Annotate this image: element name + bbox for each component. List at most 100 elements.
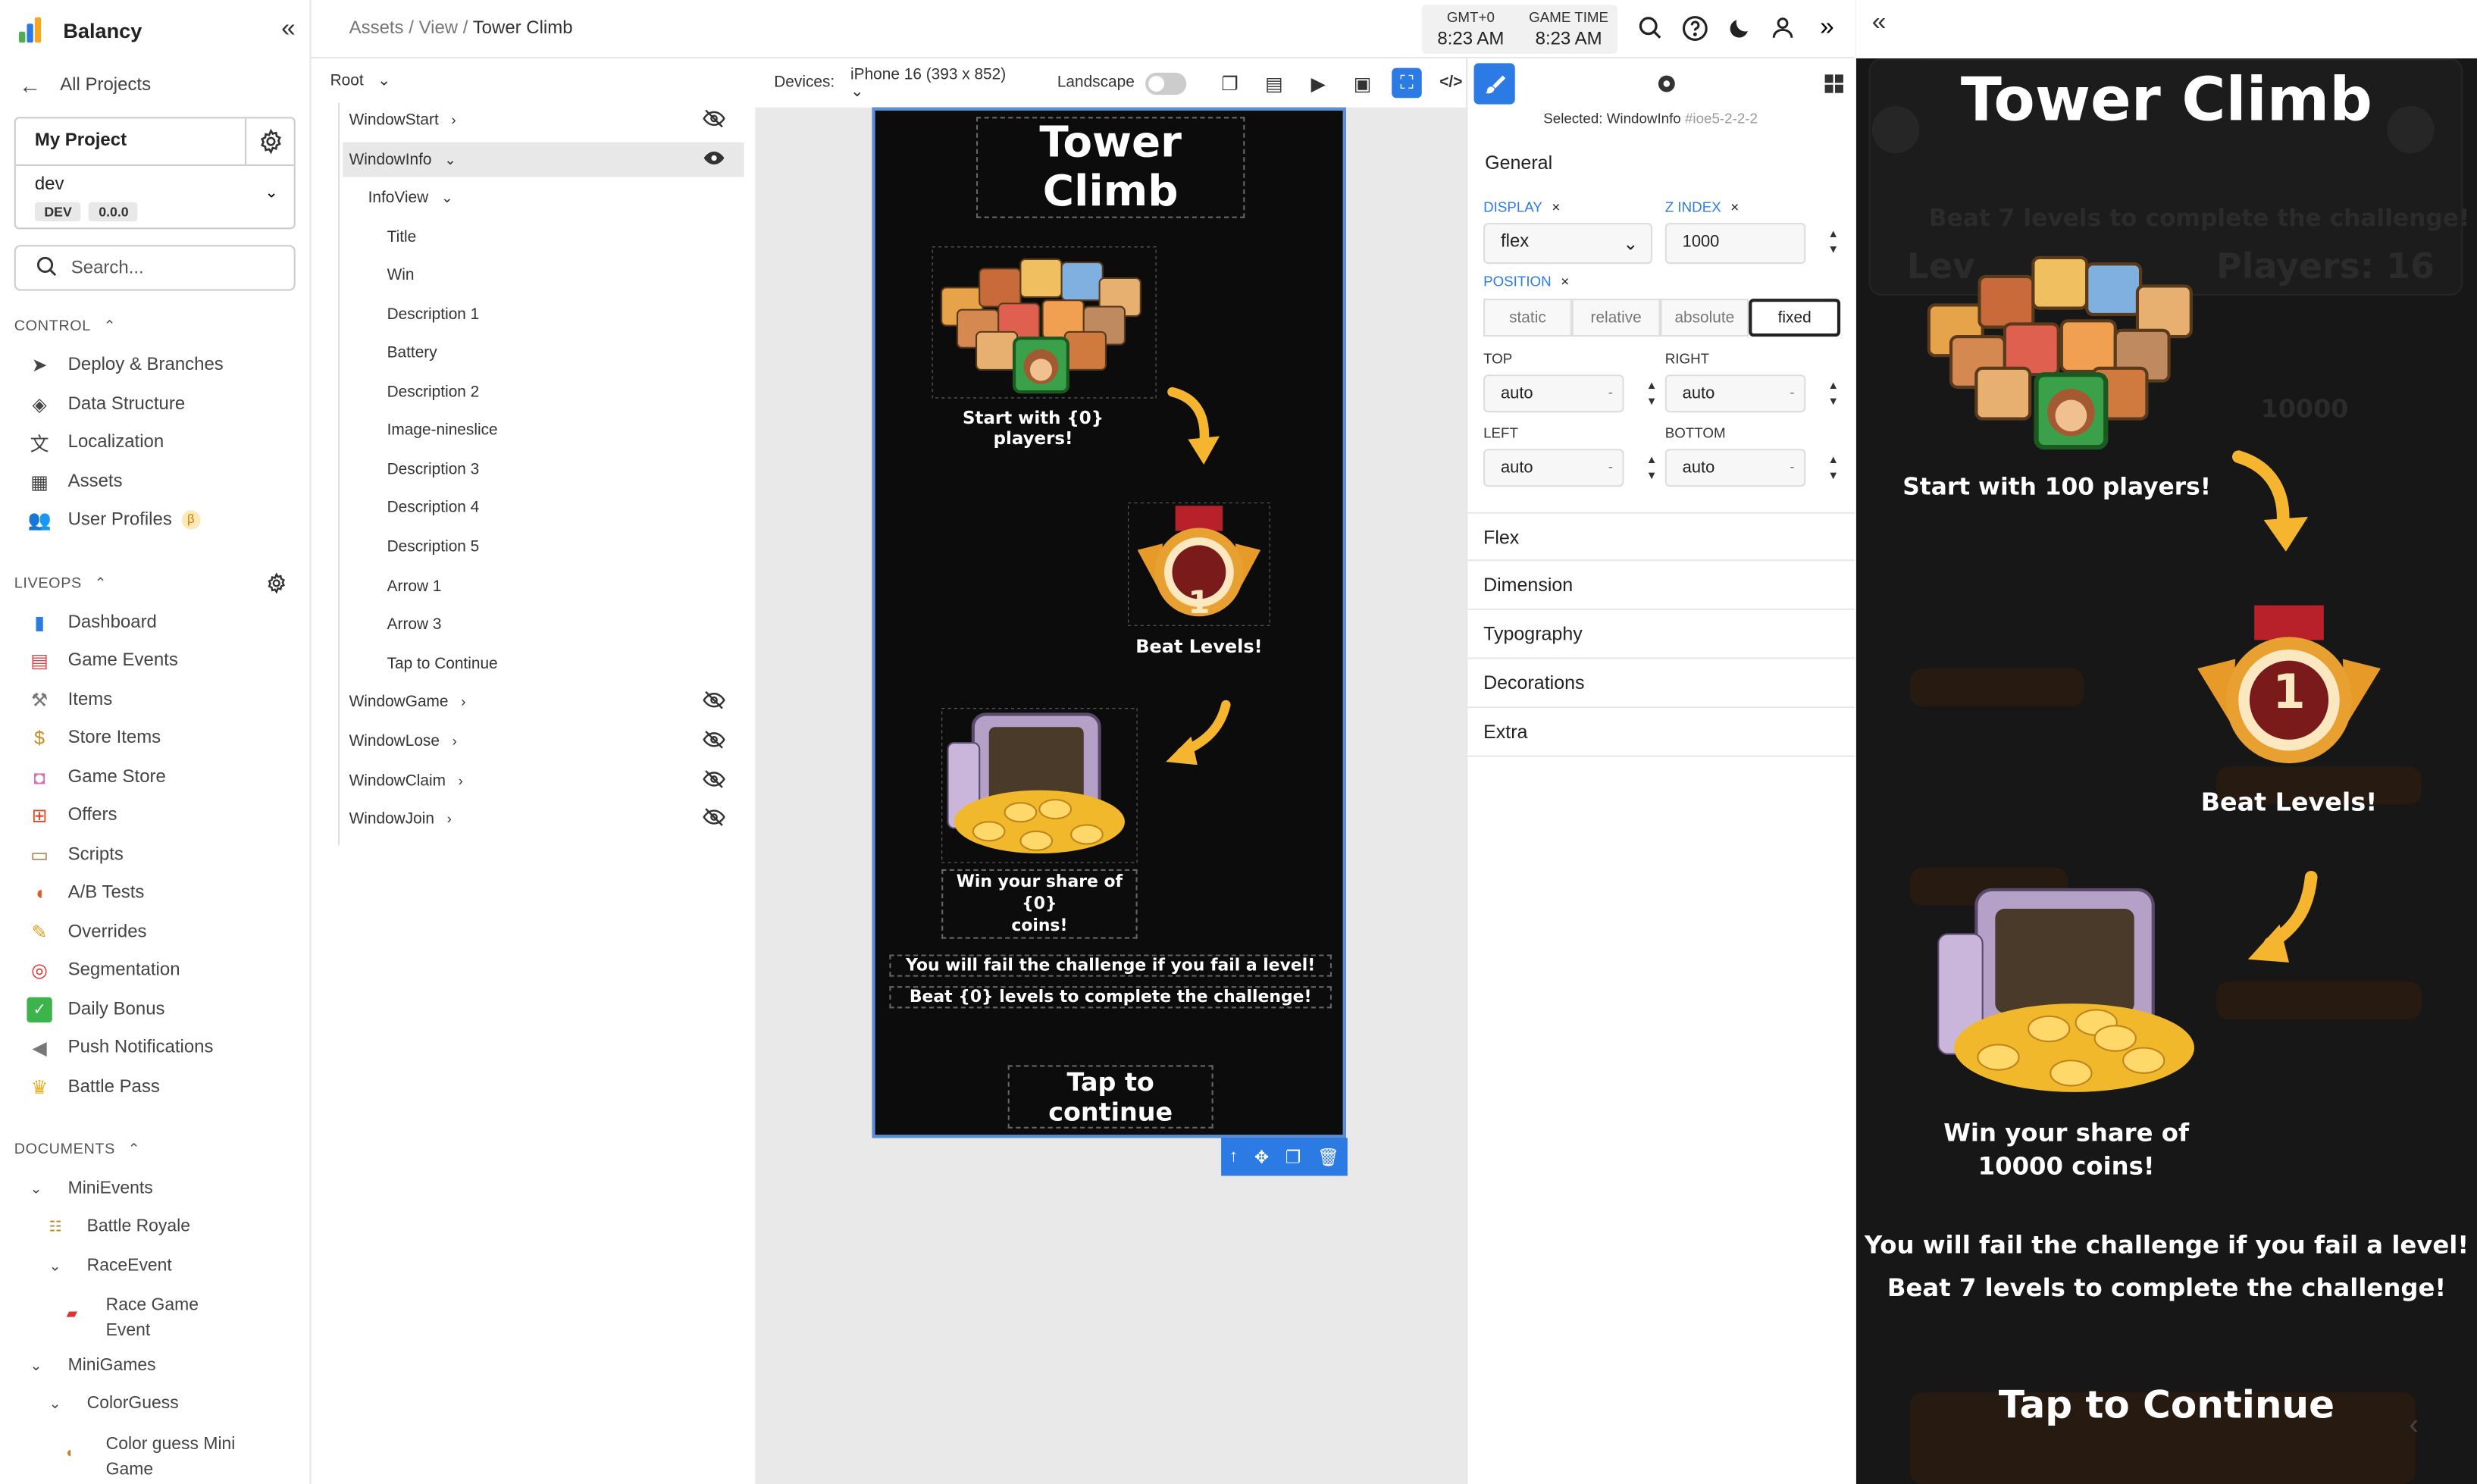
project-selector[interactable]: My Project dev DEV 0.0.0 ⌄ [14,117,296,230]
position-clear-icon[interactable]: × [1561,274,1569,290]
right-input[interactable]: auto - ▲ ▼ [1664,374,1839,413]
layout-grid-icon[interactable] [1814,62,1855,103]
play-icon[interactable]: ▶ [1303,68,1333,99]
help-icon[interactable] [1680,13,1710,43]
nav-segmentation[interactable]: ◎ Segmentation [27,956,180,985]
root-selector[interactable]: Root ⌄ [330,73,391,90]
landscape-toggle[interactable] [1145,71,1187,95]
collapse-preview-icon[interactable]: « [1872,10,1887,39]
documents-section-header[interactable]: DOCUMENTS ⌃ [14,1141,140,1159]
hier-child[interactable]: Title [387,220,417,255]
collapse-sidebar-icon[interactable]: « [281,16,296,45]
style-brush-icon[interactable] [1473,62,1515,104]
project-settings-gear-icon[interactable] [246,118,294,164]
decorations-section[interactable]: Decorations [1466,659,1855,709]
hier-child[interactable]: Description 5 [387,530,480,565]
stepper-icon[interactable]: ▲ ▼ [1646,453,1657,485]
hier-window-join[interactable]: WindowJoin › [343,801,744,836]
tree-race-game-event[interactable]: ▰ Race Game Event [67,1293,199,1344]
settings-gear-icon[interactable] [1646,62,1687,103]
general-section-header[interactable]: General [1467,139,1856,188]
avatars-group-icon[interactable] [932,246,1157,399]
bottom-input[interactable]: auto - ▲ ▼ [1664,449,1839,487]
nav-push-notifications[interactable]: ◀ Push Notifications [27,1034,213,1063]
dimension-section[interactable]: Dimension [1466,561,1855,610]
hier-window-lose[interactable]: WindowLose › [343,724,744,759]
nav-game-events[interactable]: ▤ Game Events [27,647,178,675]
tree-mini-games[interactable]: ⌄ MiniGames [30,1356,156,1375]
hier-window-info[interactable]: WindowInfo ⌄ [343,142,744,177]
save-icon[interactable]: ▣ [1348,68,1378,99]
hier-window-claim[interactable]: WindowClaim › [343,763,744,798]
hier-child[interactable]: Description 3 [387,452,480,487]
position-static[interactable]: static [1483,299,1572,337]
select-frame-icon[interactable]: ⛶ [1392,67,1422,99]
position-relative[interactable]: relative [1571,299,1661,337]
eye-hidden-icon[interactable] [703,806,725,830]
top-input[interactable]: auto - ▲ ▼ [1483,374,1657,413]
hier-child[interactable]: Image-nineslice [387,412,498,447]
hier-child[interactable]: Battery [387,335,437,370]
device-selector[interactable]: iPhone 16 (393 x 852) ⌄ [850,66,1022,101]
dark-mode-moon-icon[interactable] [1724,13,1754,43]
duplicate-icon[interactable]: ❐ [1285,1147,1301,1167]
chevron-down-icon[interactable]: ⌄ [265,185,277,202]
hier-child[interactable]: Description 2 [387,374,480,409]
zindex-clear-icon[interactable]: × [1730,199,1739,215]
all-projects-link[interactable]: ← All Projects [19,73,151,98]
paste-icon[interactable]: ▤ [1259,68,1289,99]
nav-data-structure[interactable]: ◈ Data Structure [27,390,185,419]
hier-child[interactable]: Arrow 1 [387,569,442,604]
hier-child[interactable]: Description 4 [387,490,480,524]
nav-deploy-branches[interactable]: ➤ Deploy & Branches [27,351,224,380]
search-icon[interactable] [1635,13,1665,43]
display-clear-icon[interactable]: × [1552,199,1560,215]
position-absolute[interactable]: absolute [1660,299,1749,337]
nav-offers[interactable]: ⊞ Offers [27,801,117,830]
hier-child[interactable]: Tap to Continue [387,647,498,681]
phone-start-text[interactable]: Start with {0} players! [922,408,1144,449]
hier-window-start[interactable]: WindowStart › [343,103,744,138]
move-up-icon[interactable]: ↑ [1229,1147,1238,1166]
nav-assets[interactable]: ▦ Assets [27,468,122,496]
move-icon[interactable]: ✥ [1254,1147,1269,1167]
extra-section[interactable]: Extra [1466,708,1855,757]
user-account-icon[interactable] [1768,13,1798,43]
nav-game-store[interactable]: ◘ Game Store [27,763,166,792]
phone-frame[interactable]: Tower Climb Start with {0} players! 1 Be… [872,107,1346,1138]
zindex-input[interactable]: 1000 ▲ ▼ [1664,223,1839,265]
project-name[interactable]: My Project [16,118,247,164]
nav-items[interactable]: ⚒ Items [27,686,112,715]
delete-icon[interactable]: 🗑 [1317,1147,1339,1167]
stepper-icon[interactable]: ▲ ▼ [1646,379,1657,411]
stepper-icon[interactable]: ▲ ▼ [1828,379,1839,411]
eye-hidden-icon[interactable] [703,769,725,792]
eye-hidden-icon[interactable] [703,690,725,713]
phone-title[interactable]: Tower Climb [976,117,1245,218]
nav-store-items[interactable]: $ Store Items [27,724,161,753]
position-fixed[interactable]: fixed [1749,299,1841,337]
tree-race-event[interactable]: ⌄ RaceEvent [49,1257,172,1276]
phone-fail-text[interactable]: You will fail the challenge if you fail … [889,954,1332,977]
eye-hidden-icon[interactable] [703,108,725,132]
hier-child[interactable]: Description 1 [387,297,480,332]
breadcrumb-assets[interactable]: Assets [349,19,404,38]
typography-section[interactable]: Typography [1466,610,1855,659]
flex-section[interactable]: Flex [1466,512,1855,562]
eye-hidden-icon[interactable] [703,729,725,753]
nav-ab-tests[interactable]: ◖ A/B Tests [27,878,145,907]
left-input[interactable]: auto - ▲ ▼ [1483,449,1657,487]
hier-child[interactable]: Win [387,258,415,293]
nav-overrides[interactable]: ✎ Overrides [27,919,147,947]
nav-localization[interactable]: 文 Localization [27,428,164,457]
search-input[interactable]: Search... [14,245,296,291]
hier-info-view[interactable]: InfoView ⌄ [368,180,453,215]
phone-tap-text[interactable]: Tap to continue [1007,1065,1213,1129]
nav-dashboard[interactable]: ▮ Dashboard [27,609,157,637]
breadcrumb-view[interactable]: View [419,19,459,38]
code-icon[interactable]: </> [1436,68,1467,99]
hier-window-game[interactable]: WindowGame › [343,684,744,719]
control-section-header[interactable]: CONTROL ⌃ [14,318,116,335]
expand-panel-icon[interactable]: » [1812,13,1843,43]
nav-daily-bonus[interactable]: ✓ Daily Bonus [27,996,165,1025]
